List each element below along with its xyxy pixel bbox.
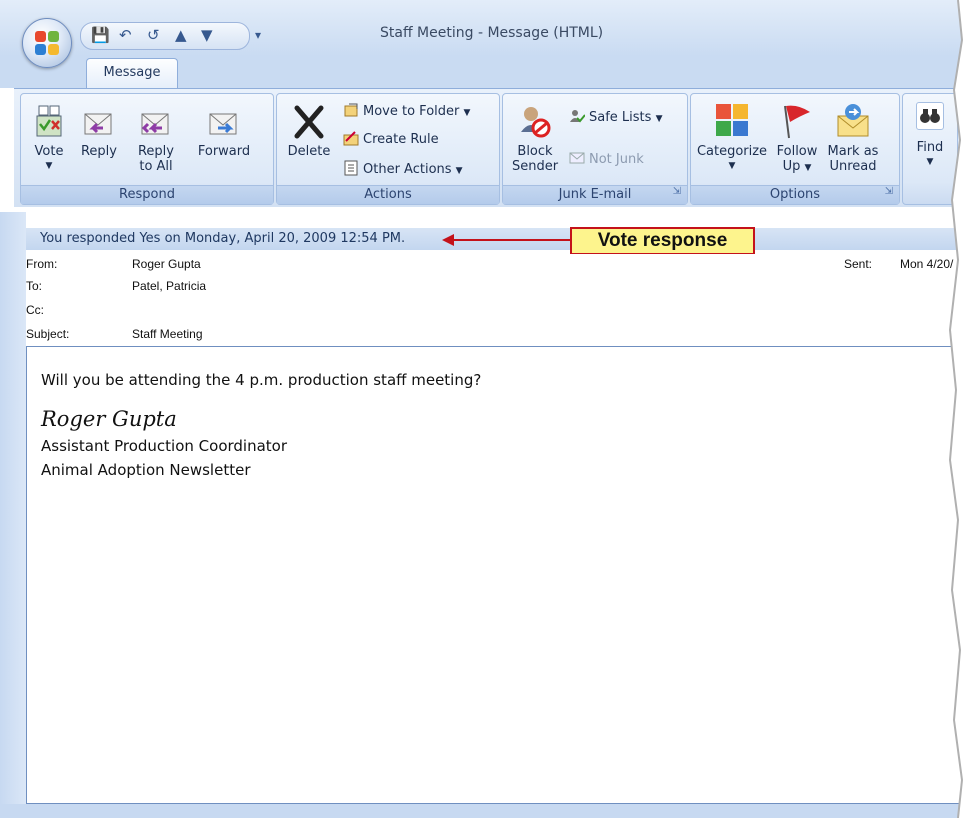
sent-label: Sent: (844, 257, 873, 271)
reply-all-button[interactable]: Reply to All (131, 102, 181, 174)
vote-icon (31, 102, 67, 140)
actions-group: Delete Move to Folder ▼ Create Rule Othe… (276, 93, 500, 205)
ribbon-tabs: Message (0, 56, 972, 89)
block-sender-icon (517, 102, 553, 140)
not-junk-icon (569, 150, 585, 166)
safe-lists-button[interactable]: Safe Lists ▼ (569, 108, 663, 128)
subject-value: Staff Meeting (132, 327, 203, 341)
vote-response-callout: Vote response (570, 227, 755, 255)
respond-group-label: Respond (21, 185, 273, 204)
dialog-launcher-icon[interactable]: ⇲ (885, 183, 893, 201)
reply-button[interactable]: Reply (77, 102, 121, 159)
create-rule-icon (343, 130, 359, 146)
reply-all-icon (138, 102, 174, 140)
outlook-message-window: 💾 ↶ ↺ ▲ ▼ ▾ Staff Meeting - Message (HTM… (0, 0, 972, 818)
other-actions-icon (343, 160, 359, 176)
forward-icon (206, 102, 242, 140)
callout-arrow-line (452, 239, 572, 241)
move-to-folder-icon (343, 102, 359, 118)
dialog-launcher-icon[interactable]: ⇲ (673, 183, 681, 201)
not-junk-button[interactable]: Not Junk (569, 150, 644, 170)
options-group-label: Options ⇲ (691, 185, 899, 204)
title-bar: 💾 ↶ ↺ ▲ ▼ ▾ Staff Meeting - Message (HTM… (0, 0, 972, 56)
message-header: From: Roger Gupta Sent: Mon 4/20/ To: Pa… (26, 254, 972, 346)
junk-email-group: Block Sender Safe Lists ▼ Not Junk Junk … (502, 93, 688, 205)
office-button[interactable] (22, 18, 72, 68)
create-rule-button[interactable]: Create Rule (343, 130, 439, 150)
previous-item-icon[interactable]: ▲ (175, 27, 187, 43)
undo-icon[interactable]: ↶ (119, 27, 132, 43)
delete-button[interactable]: Delete (283, 102, 335, 159)
safe-lists-icon (569, 108, 586, 124)
vote-button[interactable]: Vote ▼ (27, 102, 71, 174)
move-to-folder-button[interactable]: Move to Folder ▼ (343, 102, 470, 122)
window-frame-bottom (0, 804, 972, 818)
subject-label: Subject: (26, 327, 70, 341)
categorize-icon (714, 102, 750, 140)
options-group: Categorize ▼ Follow Up ▼ Mark as Unread … (690, 93, 900, 205)
cc-label: Cc: (26, 303, 44, 317)
ribbon: Vote ▼ Reply Reply to All Forward Respon… (14, 88, 972, 207)
reply-icon (81, 102, 117, 140)
save-icon[interactable]: 💾 (91, 27, 110, 43)
other-actions-button[interactable]: Other Actions ▼ (343, 160, 463, 180)
delete-icon (291, 102, 327, 140)
tab-message[interactable]: Message (86, 58, 178, 89)
quick-access-toolbar: 💾 ↶ ↺ ▲ ▼ ▾ (80, 22, 261, 50)
respond-group: Vote ▼ Reply Reply to All Forward Respon… (20, 93, 274, 205)
signature-organization: Animal Adoption Newsletter (41, 461, 251, 479)
customize-toolbar-icon[interactable]: ▾ (255, 27, 261, 43)
forward-button[interactable]: Forward (189, 102, 259, 159)
follow-up-button[interactable]: Follow Up ▼ (773, 102, 821, 176)
body-text: Will you be attending the 4 p.m. product… (41, 371, 482, 389)
from-label: From: (26, 257, 58, 271)
window-title: Staff Meeting - Message (HTML) (380, 25, 604, 41)
redo-icon[interactable]: ↺ (147, 27, 160, 43)
binoculars-icon (916, 102, 944, 130)
window-frame-left (0, 212, 26, 818)
next-item-icon[interactable]: ▼ (201, 27, 213, 43)
signature-name: Roger Gupta (41, 407, 177, 431)
message-body[interactable]: Will you be attending the 4 p.m. product… (26, 346, 972, 804)
follow-up-flag-icon (779, 102, 815, 140)
torn-edge (948, 0, 972, 818)
mark-as-unread-button[interactable]: Mark as Unread (823, 102, 883, 174)
to-label: To: (26, 279, 43, 293)
signature-title: Assistant Production Coordinator (41, 437, 288, 455)
from-value[interactable]: Roger Gupta (132, 254, 201, 274)
categorize-button[interactable]: Categorize ▼ (693, 102, 771, 174)
actions-group-label: Actions (277, 185, 499, 204)
block-sender-button[interactable]: Block Sender (507, 102, 563, 174)
junk-email-group-label: Junk E-mail ⇲ (503, 185, 687, 204)
to-value[interactable]: Patel, Patricia (132, 276, 206, 296)
mark-as-unread-icon (835, 102, 871, 140)
office-logo-icon (35, 31, 59, 55)
